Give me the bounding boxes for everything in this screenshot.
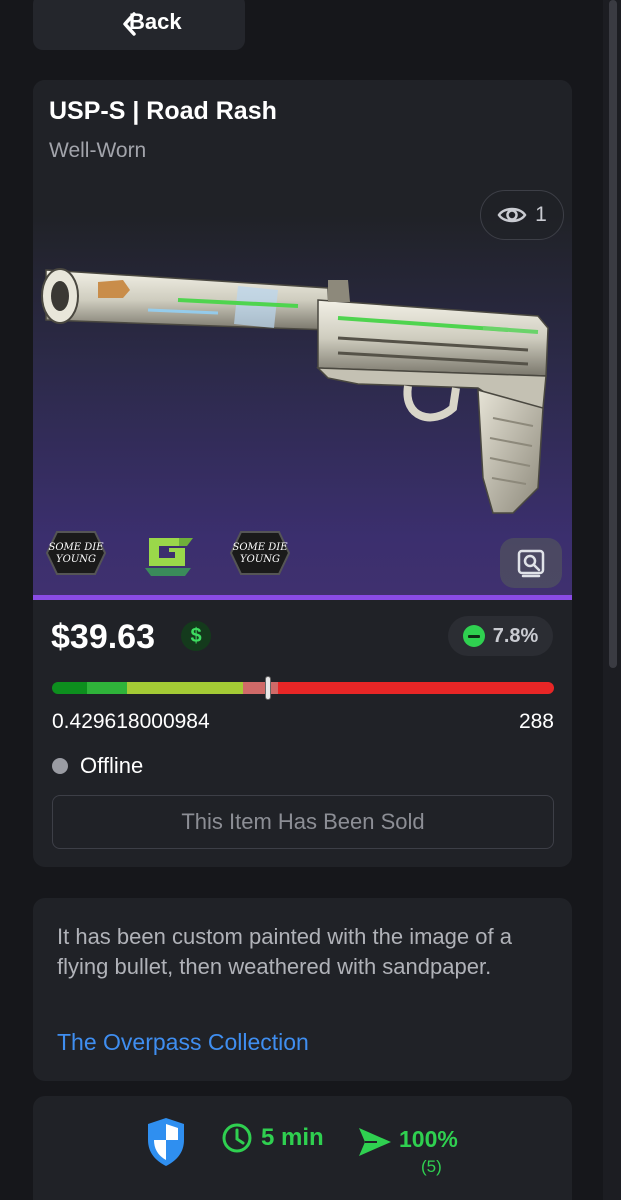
- collection-link[interactable]: The Overpass Collection: [57, 1029, 309, 1056]
- float-segment-battle-scarred: [277, 682, 554, 694]
- shield-icon: [148, 1118, 184, 1166]
- description-card: It has been custom painted with the imag…: [33, 898, 572, 1081]
- float-segment-minimal-wear: [87, 682, 128, 694]
- svg-text:SOME DIE: SOME DIE: [232, 542, 288, 553]
- float-segment-factory-new: [52, 682, 88, 694]
- rarity-bar: [33, 595, 572, 600]
- price-change-badge: 7.8%: [448, 616, 553, 656]
- views-count: 1: [535, 203, 547, 226]
- item-price: $39.63: [51, 618, 155, 656]
- seller-stats-card: 5 min 100% (5): [33, 1096, 572, 1200]
- inspect-button[interactable]: [500, 538, 562, 588]
- sticker-optic-gaming: [145, 538, 193, 576]
- status-dot-icon: [52, 758, 68, 774]
- eye-icon: [497, 207, 527, 223]
- sticker-some-die-young-1: SOME DIE YOUNG: [45, 531, 107, 575]
- page-scrollbar[interactable]: [603, 0, 621, 1200]
- send-icon: [359, 1128, 391, 1156]
- status-label: Offline: [80, 753, 144, 778]
- svg-text:YOUNG: YOUNG: [56, 554, 96, 565]
- float-value: 0.429618000984: [52, 710, 210, 733]
- minus-circle-icon: [462, 625, 485, 647]
- views-counter: 1: [480, 190, 564, 240]
- svg-text:SOME DIE: SOME DIE: [48, 542, 104, 553]
- item-wear: Well-Worn: [49, 139, 147, 162]
- chevron-left-icon: [123, 12, 136, 36]
- paint-seed: 288: [518, 710, 554, 733]
- item-title: USP-S | Road Rash: [49, 97, 277, 125]
- item-description: It has been custom painted with the imag…: [57, 924, 512, 979]
- seller-status: Offline: [52, 753, 143, 779]
- float-bar: [52, 682, 554, 694]
- float-segment-well-worn: [242, 682, 278, 694]
- float-marker: [264, 676, 271, 700]
- svg-text:YOUNG: YOUNG: [240, 554, 280, 565]
- scrollbar-thumb[interactable]: [609, 0, 617, 668]
- inspect-icon: [517, 549, 545, 578]
- back-button[interactable]: Back: [33, 0, 245, 50]
- delivery-time: 5 min: [221, 1122, 324, 1154]
- sold-button[interactable]: This Item Has Been Sold: [52, 795, 554, 849]
- success-rate-value: 100%: [399, 1126, 458, 1152]
- item-card: USP-S | Road Rash Well-Worn 1 SOME DIE Y…: [33, 80, 572, 867]
- delivery-time-value: 5 min: [261, 1124, 324, 1151]
- price-change-value: 7.8%: [492, 624, 539, 647]
- trades-count: (5): [421, 1157, 442, 1176]
- sticker-some-die-young-2: SOME DIE YOUNG: [229, 531, 291, 575]
- dollar-icon: $: [181, 621, 211, 651]
- float-segment-field-tested: [127, 682, 243, 694]
- clock-icon: [222, 1123, 252, 1153]
- weapon-image: [41, 268, 549, 514]
